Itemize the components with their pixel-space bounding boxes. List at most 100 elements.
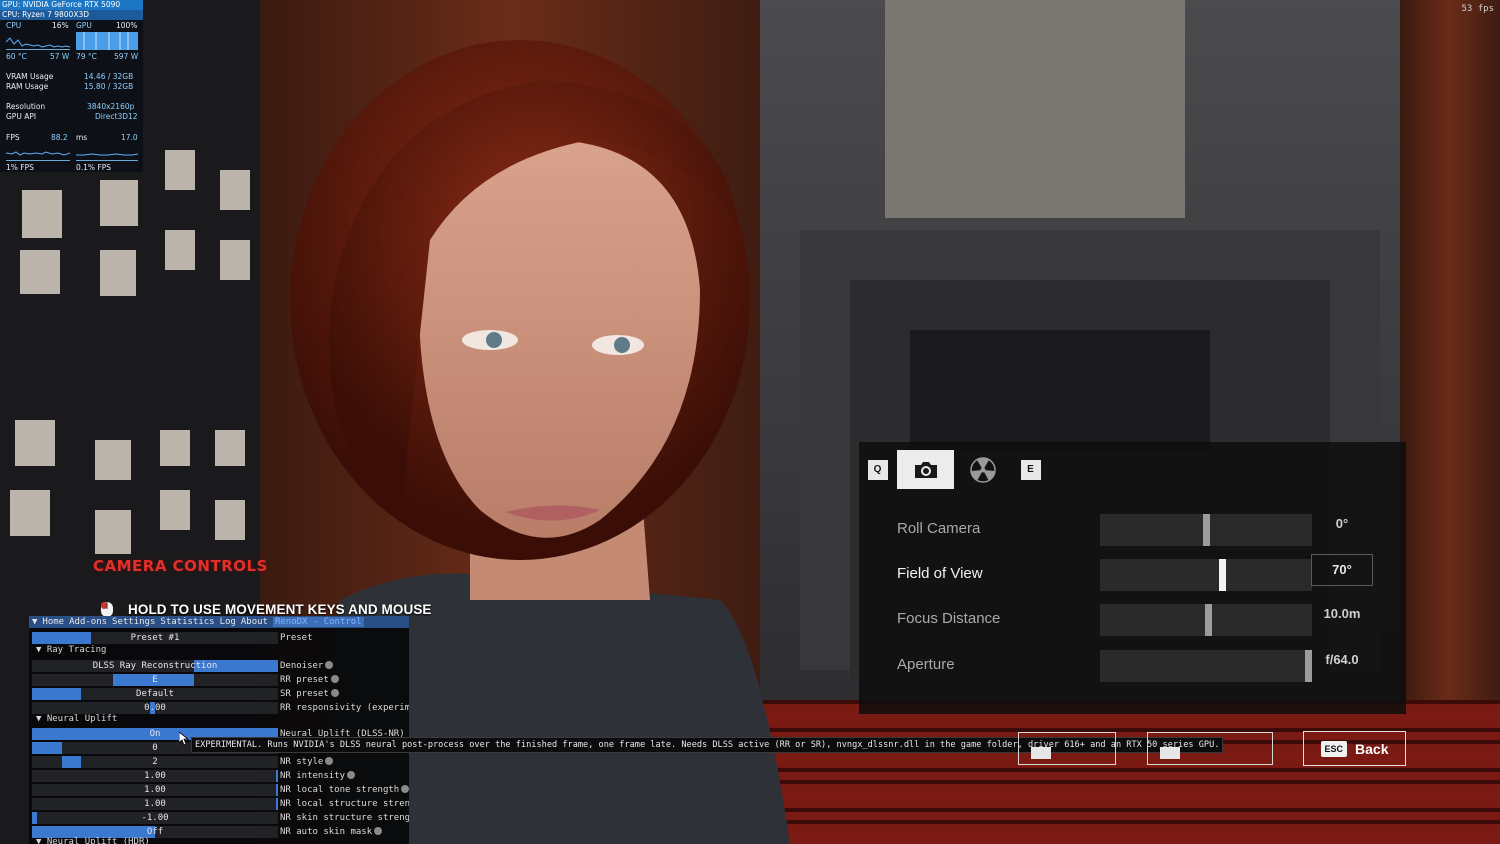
setting-label: Preset [280,632,313,644]
cpu-label: CPU [6,21,22,30]
setting-control[interactable]: DLSS Ray Reconstruction [32,660,278,672]
back-button[interactable]: ESC Back [1303,731,1406,766]
tab-filters[interactable] [959,450,1007,489]
reset-icon[interactable] [374,827,383,835]
menu-settings[interactable]: Settings [112,617,155,627]
menu-statistics[interactable]: Statistics [160,617,214,627]
menu-addons[interactable]: Add-ons [69,617,107,627]
tab-next-key[interactable]: E [1020,450,1041,489]
setting-row: 0.00 RR responsivity (experim [29,701,409,715]
reset-icon[interactable] [330,675,339,683]
hint-key-icon-2 [1160,747,1180,759]
frametime-label: ms [76,133,88,142]
cpu-usage-graph [6,37,70,50]
tab-prev-key[interactable]: Q [867,450,888,489]
radiation-icon [970,456,996,483]
menu-about[interactable]: About [241,617,268,627]
menu-renodx-control[interactable]: RenoDX - Control [272,617,364,627]
photo-setting-row[interactable]: Field of View 70° [859,554,1406,591]
setting-label-text: Preset [280,633,313,643]
slider-handle[interactable] [1202,514,1210,546]
slider-handle[interactable] [1204,604,1212,636]
setting-control[interactable]: 0.00 [32,702,278,714]
setting-label: RR preset [280,674,339,686]
setting-control[interactable]: Default [32,688,278,700]
gpu-name: GPU: NVIDIA GeForce RTX 5090 [0,0,143,10]
setting-value: Default [136,689,174,699]
q-key: Q [867,459,888,480]
setting-label: Denoiser [280,660,334,672]
hint-button-1[interactable] [1018,732,1116,765]
setting-control[interactable]: Preset #1 [32,632,278,644]
section-header[interactable]: ▼ Neural Uplift [29,714,409,728]
photo-setting-row[interactable]: Focus Distance 10.0m [859,602,1406,636]
hint-button-2[interactable] [1147,732,1273,765]
photo-setting-slider[interactable] [1100,604,1312,636]
photo-mode-panel: Q E Roll Camera 0° Field of View 70° Focus D… [859,442,1406,714]
fps-label: FPS [6,133,20,142]
reset-icon[interactable] [330,689,339,697]
setting-row: -1.00 NR skin structure streng [29,811,409,825]
reset-icon[interactable] [347,771,356,779]
photo-setting-slider[interactable] [1100,559,1312,591]
setting-row: E RR preset [29,673,409,687]
gpu-usage-graph [76,32,138,50]
setting-value: Preset #1 [130,633,180,643]
vram-value: 14.46 / 32GB [84,72,134,81]
photo-setting-slider[interactable] [1100,514,1312,546]
photo-setting-row[interactable]: Aperture f/64.0 [859,648,1406,682]
hold-hint-text: HOLD TO USE MOVEMENT KEYS AND MOUSE [128,601,432,617]
setting-label-text: NR local tone strength [280,785,400,795]
fps-graph [6,151,70,161]
tab-camera[interactable] [897,450,954,489]
reset-icon[interactable] [401,785,409,793]
resolution-label: Resolution [6,102,46,111]
setting-control[interactable]: 1.00 [32,798,278,810]
setting-control[interactable]: 1.00 [32,784,278,796]
reshade-menu-bar: ▼ Home Add-ons Settings Statistics Log A… [29,616,409,628]
section-label[interactable]: ▼ Neural Uplift (HDR) [36,837,150,844]
setting-control[interactable]: E [32,674,278,686]
camera-icon [914,461,937,478]
reset-icon[interactable] [325,661,334,669]
setting-label: NR style [280,756,334,768]
section-label[interactable]: ▼ Neural Uplift [36,714,117,724]
cursor-icon [179,732,189,746]
menu-home[interactable]: Home [42,617,64,627]
menu-log[interactable]: Log [220,617,236,627]
section-label[interactable]: ▼ Ray Tracing [36,645,106,655]
frametime-graph [76,153,138,161]
resolution-value: 3840x2160p [87,102,135,111]
setting-control[interactable]: -1.00 [32,812,278,824]
reshade-panel[interactable]: ▼ Home Add-ons Settings Statistics Log A… [29,616,409,844]
photo-setting-row[interactable]: Roll Camera 0° [859,512,1406,546]
setting-label-text: SR preset [280,689,329,699]
slider-handle[interactable] [1218,559,1226,591]
setting-label: NR intensity [280,770,356,782]
setting-label: SR preset [280,688,339,700]
setting-row: 1.00 NR local tone strength [29,783,409,797]
section-header[interactable]: ▼ Neural Uplift (HDR) [29,837,409,844]
fps-value: 88.2 [51,133,68,142]
frametime-value: 17.0 [121,133,138,142]
setting-row: 1.00 NR intensity [29,769,409,783]
reset-icon[interactable] [325,757,334,765]
setting-control[interactable]: 2 [32,756,278,768]
setting-control[interactable]: 1.00 [32,770,278,782]
hint-key-icon-1 [1031,747,1051,759]
gpu-usage: 100% [116,21,138,30]
section-header[interactable]: ▼ Ray Tracing [29,645,409,659]
setting-value: 1.00 [144,799,166,809]
performance-overlay: GPU: NVIDIA GeForce RTX 5090 CPU: Ryzen … [0,0,143,172]
setting-value: DLSS Ray Reconstruction [92,661,218,671]
low01-fps-label: 0.1% FPS [76,163,112,172]
ram-value: 15.80 / 32GB [84,82,134,91]
setting-row: Default SR preset [29,687,409,701]
photo-setting-slider[interactable] [1100,650,1312,682]
e-key: E [1020,459,1041,480]
gpu-label: GPU [76,21,92,30]
menu-collapse-icon[interactable]: ▼ [32,617,37,627]
gpu-power: 597 W [114,52,139,61]
setting-label-text: RR responsivity (experim [280,703,409,713]
setting-value: 1.00 [144,785,166,795]
